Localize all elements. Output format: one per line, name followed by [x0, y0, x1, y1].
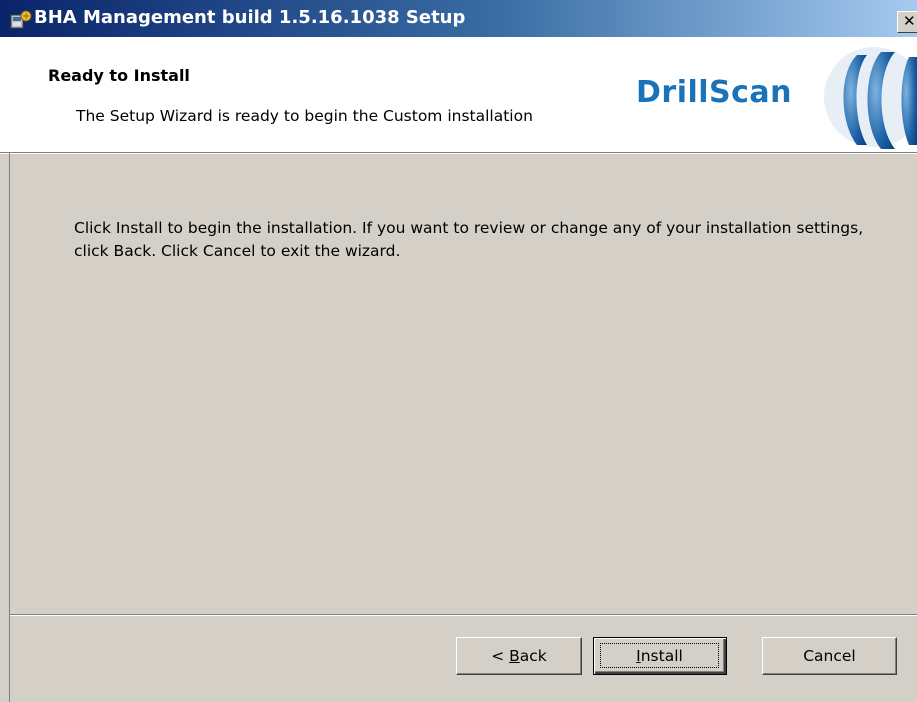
focus-ring: Install	[600, 643, 719, 668]
page-title: Ready to Install	[48, 66, 190, 85]
drillscan-logo: DrillScan	[634, 37, 917, 152]
back-mnemonic: B	[509, 647, 520, 665]
close-icon: ✕	[903, 12, 916, 30]
close-button[interactable]: ✕	[897, 11, 917, 33]
back-button[interactable]: < Back	[456, 637, 582, 675]
page-description: The Setup Wizard is ready to begin the C…	[76, 107, 533, 125]
install-instructions: Click Install to begin the installation.…	[74, 219, 864, 260]
back-prefix: <	[491, 647, 510, 665]
drillscan-arc-logo-icon	[824, 47, 917, 149]
window-title: BHA Management build 1.5.16.1038 Setup	[34, 7, 466, 28]
back-label-rest: ack	[519, 647, 547, 665]
dialog-left-edge	[9, 152, 10, 702]
logo-text: DrillScan	[636, 75, 793, 110]
install-button[interactable]: Install	[593, 637, 727, 675]
header-banner: Ready to Install The Setup Wizard is rea…	[0, 37, 917, 152]
setup-dialog: BHA Management build 1.5.16.1038 Setup ✕…	[0, 0, 917, 702]
header-separator	[10, 152, 917, 154]
install-label-rest: nstall	[640, 647, 683, 665]
title-bar[interactable]: BHA Management build 1.5.16.1038 Setup ✕	[0, 0, 917, 37]
cancel-button[interactable]: Cancel	[762, 637, 897, 675]
setup-installer-icon	[10, 9, 32, 29]
footer-separator	[10, 614, 917, 616]
